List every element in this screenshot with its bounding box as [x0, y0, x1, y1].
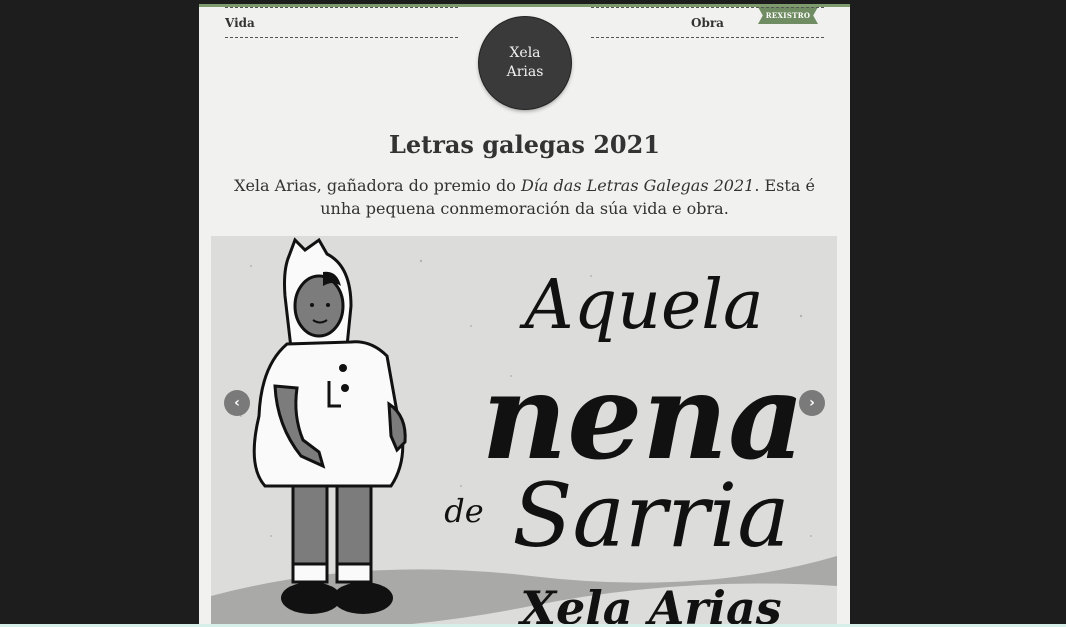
nav-left: Vida — [225, 7, 458, 38]
nav-right: Obra — [591, 7, 824, 38]
image-carousel: Aquela nena de Sarria Xela Arias ‹ › — [211, 236, 837, 624]
site-logo[interactable]: Xela Arias — [479, 17, 571, 109]
intro-prefix: Xela Arias, gañadora do premio do — [234, 176, 521, 195]
slide-word-aquela: Aquela — [519, 266, 764, 345]
page-title: Letras galegas 2021 — [388, 130, 660, 159]
intro-emphasis: Día das Letras Galegas 2021 — [520, 176, 755, 195]
slide-image: Aquela nena de Sarria Xela Arias — [211, 236, 837, 624]
nav-link-obra[interactable]: Obra — [691, 16, 724, 30]
slide-word-xela-arias: Xela Arias — [517, 581, 781, 624]
page-container: REXISTRO Vida Obra Xela Arias Letras gal… — [199, 4, 850, 624]
carousel-prev-button[interactable]: ‹ — [224, 390, 250, 416]
intro-text: Xela Arias, gañadora do premio do Día da… — [229, 174, 820, 220]
logo-line-1: Xela — [509, 45, 541, 61]
slide-word-de: de — [444, 492, 483, 530]
nav-link-vida[interactable]: Vida — [225, 16, 255, 30]
logo-line-2: Arias — [506, 64, 544, 80]
chevron-right-icon: › — [809, 395, 815, 411]
chevron-left-icon: ‹ — [234, 395, 240, 411]
slide-word-sarria: Sarria — [512, 464, 790, 567]
carousel-next-button[interactable]: › — [799, 390, 825, 416]
